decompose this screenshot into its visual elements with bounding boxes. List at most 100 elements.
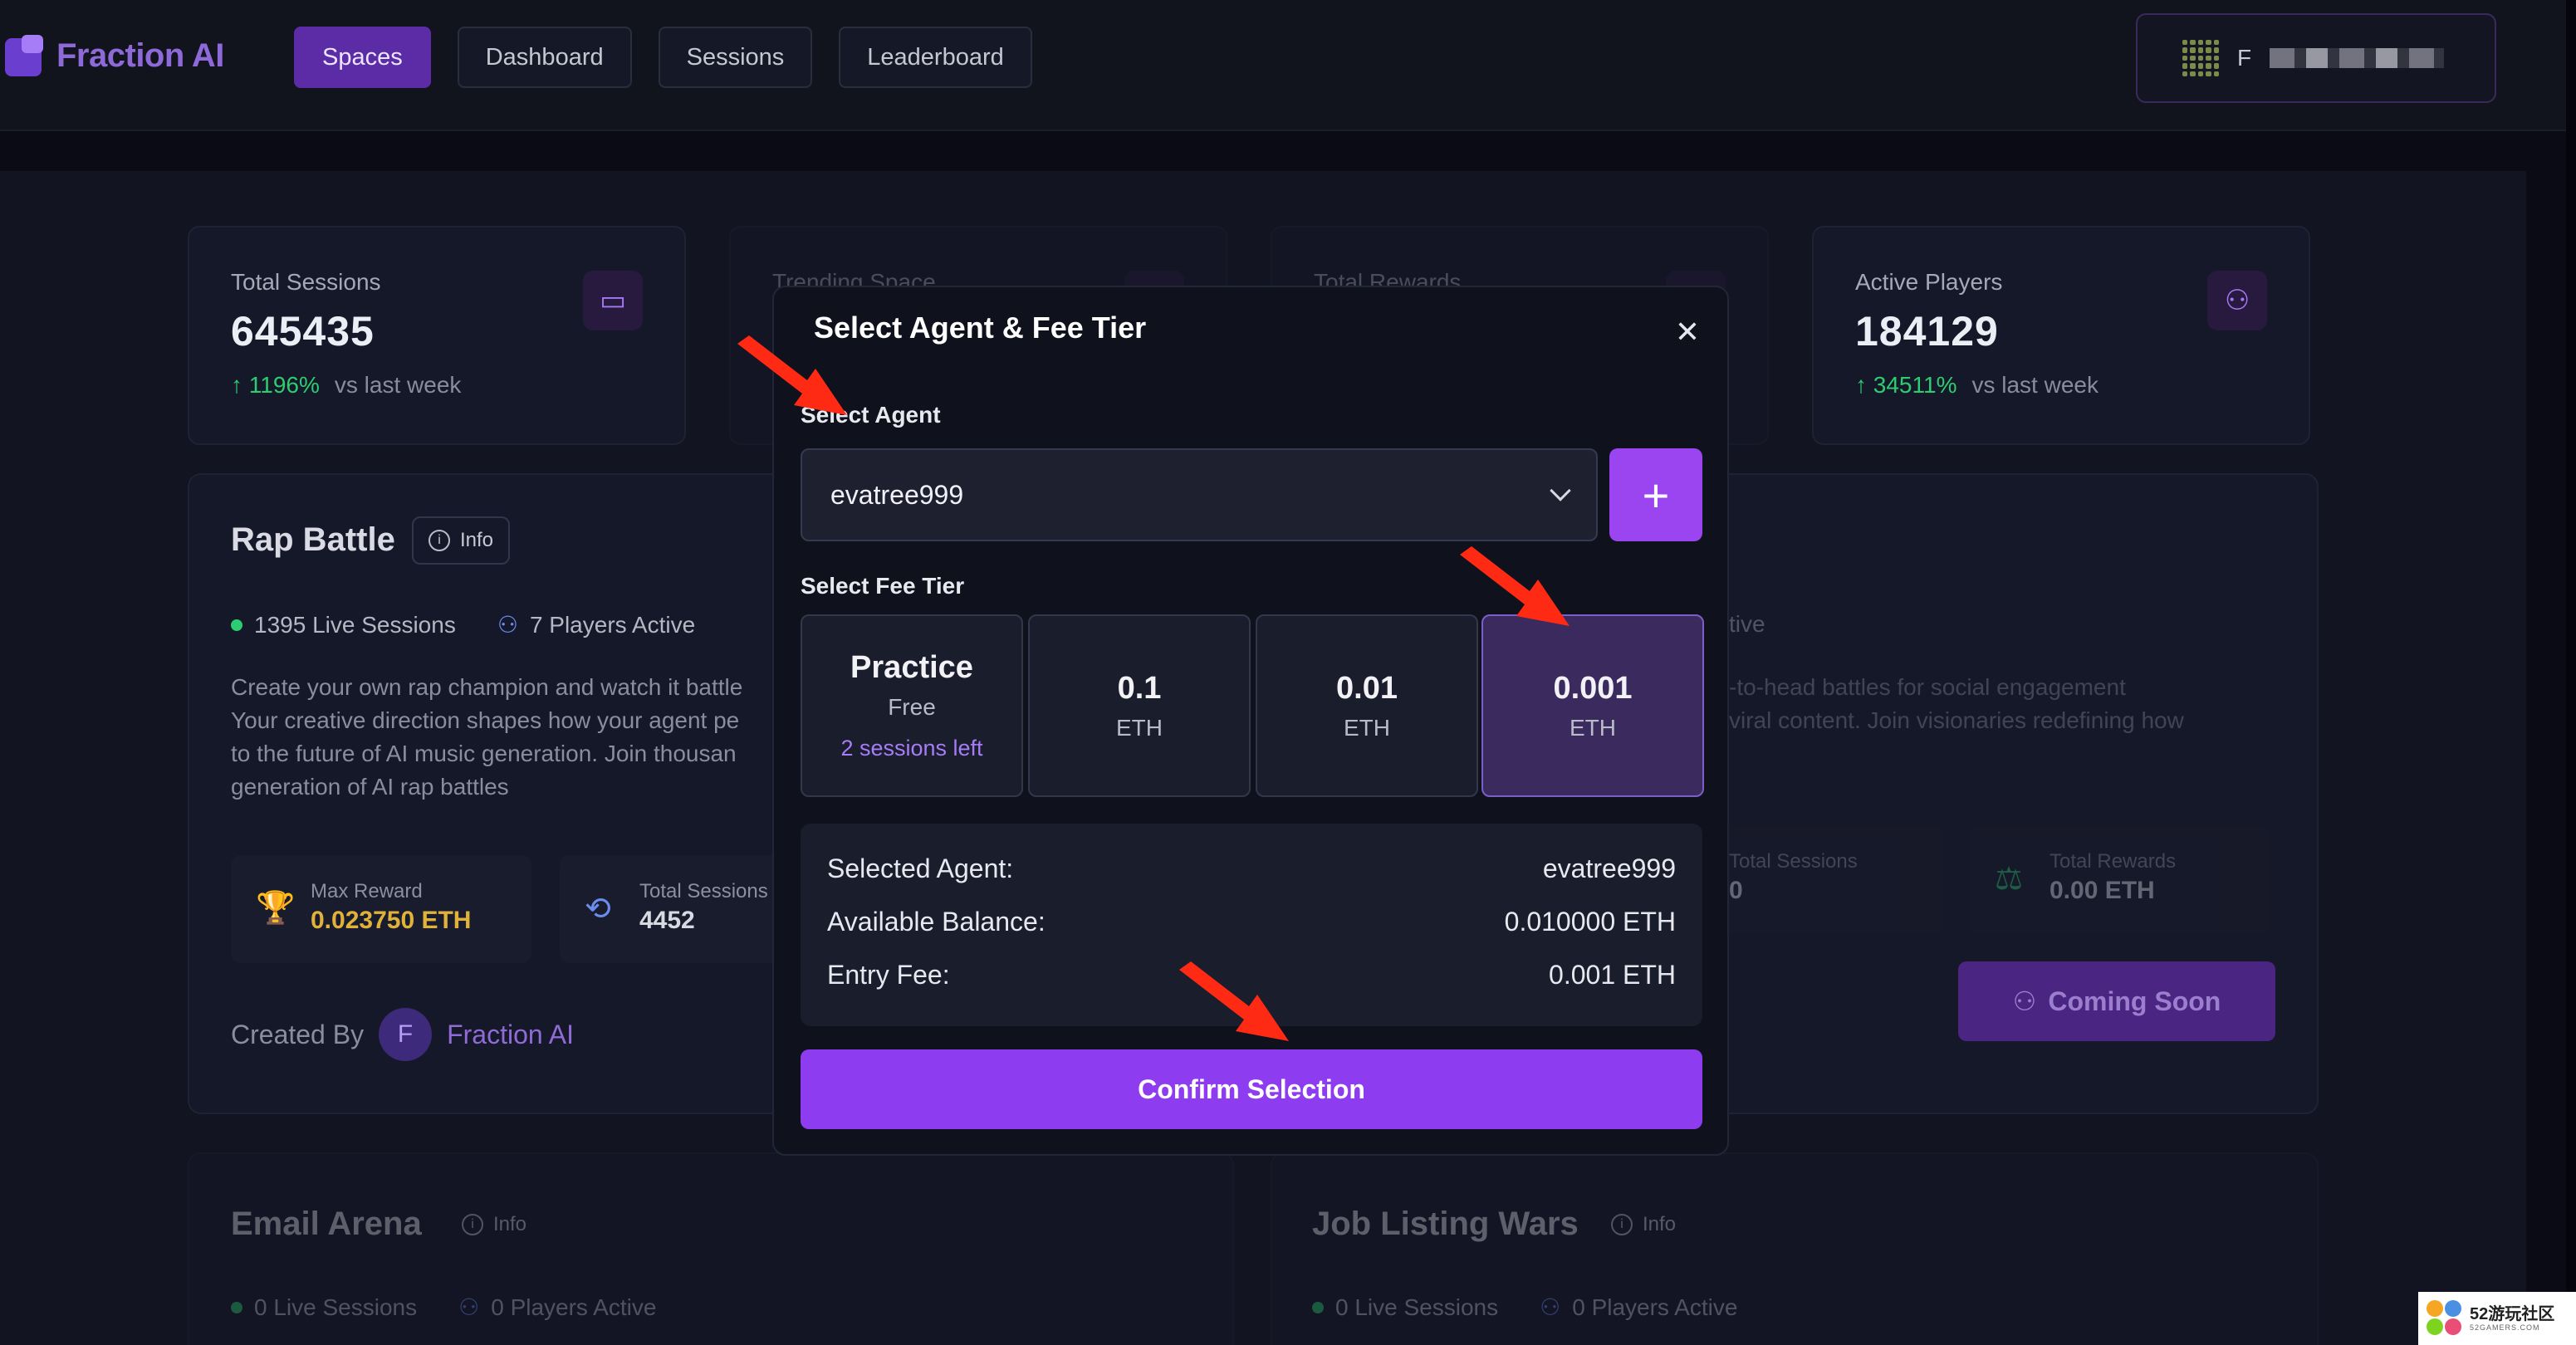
- live-sessions: 0 Live Sessions: [254, 1294, 418, 1320]
- modal-title: Select Agent & Fee Tier: [814, 311, 1147, 345]
- creator-name[interactable]: Fraction AI: [447, 1020, 574, 1050]
- trophy-icon: 🏆: [256, 891, 296, 926]
- plus-icon: +: [1642, 468, 1670, 521]
- live-dot-icon: [231, 1301, 242, 1313]
- desc-line: -to-head battles for social engagement: [1729, 674, 2126, 700]
- info-icon: i: [429, 530, 450, 551]
- info-button[interactable]: i Info: [1596, 1201, 1691, 1249]
- total-sessions-stat: Total Sessions 0: [1704, 825, 1945, 933]
- close-icon[interactable]: ✕: [1671, 315, 1704, 349]
- creator-avatar: F: [379, 1008, 433, 1061]
- stat-delta-suffix: vs last week: [1971, 372, 2099, 398]
- wallet-address-redacted: [2270, 48, 2445, 68]
- watermark-icon: [2427, 1300, 2463, 1337]
- scrollbar-track[interactable]: [2566, 0, 2576, 1345]
- live-stats-row: 0 Live Sessions ⚇ 0 Players Active: [1312, 1294, 1737, 1321]
- coming-soon-button[interactable]: ⚇ Coming Soon: [1958, 961, 2275, 1041]
- info-icon: i: [1611, 1214, 1633, 1235]
- info-button[interactable]: i Info: [412, 516, 511, 565]
- stat-delta-suffix: vs last week: [334, 372, 462, 398]
- tier-sub: Free: [888, 694, 936, 720]
- stat-value: 184129: [1855, 308, 1999, 355]
- stat-delta: ↑ 34511% vs last week: [1855, 372, 2099, 398]
- mini-value: 0: [1729, 877, 1743, 904]
- agent-select-value: evatree999: [830, 479, 964, 510]
- fee-tier-0-01[interactable]: 0.01 ETH: [1256, 614, 1478, 797]
- agent-select[interactable]: evatree999: [801, 448, 1598, 541]
- space-card-job-listing[interactable]: Job Listing Wars i Info 0 Live Sessions …: [1271, 1152, 2319, 1345]
- fee-tier-0-1[interactable]: 0.1 ETH: [1028, 614, 1251, 797]
- nav-spaces[interactable]: Spaces: [294, 27, 431, 88]
- stat-value: 645435: [231, 308, 375, 355]
- annotation-arrow-icon: [737, 335, 847, 415]
- summary-value: 0.001 ETH: [1549, 959, 1676, 990]
- users-icon: ⚇: [2012, 986, 2037, 1016]
- fee-tier-0-001[interactable]: 0.001 ETH: [1481, 614, 1704, 797]
- space-card-email-arena[interactable]: Email Arena i Info 0 Live Sessions ⚇ 0 P…: [188, 1152, 1234, 1345]
- total-sessions-stat: ⟲ Total Sessions 4452: [560, 855, 809, 963]
- confirm-selection-button[interactable]: Confirm Selection: [801, 1049, 1702, 1129]
- summary-row: Available Balance: 0.010000 ETH: [827, 895, 1676, 948]
- live-sessions: 0 Live Sessions: [1335, 1294, 1499, 1320]
- wallet-avatar-icon: [2182, 40, 2219, 76]
- stat-label: Total Sessions: [231, 269, 381, 295]
- users-icon: ⚇: [497, 612, 518, 638]
- gamepad-icon: ▭: [583, 271, 643, 330]
- logo-text: Fraction AI: [56, 37, 224, 74]
- stat-delta: ↑ 1196% vs last week: [231, 372, 462, 398]
- top-navbar: Fraction AI Spaces Dashboard Sessions Le…: [0, 0, 2566, 131]
- players-active: 7 Players Active: [529, 611, 696, 638]
- summary-value: evatree999: [1542, 853, 1676, 883]
- space-description: Create your own rap champion and watch i…: [231, 671, 812, 804]
- created-by: Created By F Fraction AI: [231, 1008, 574, 1061]
- users-icon: ⚇: [458, 1294, 480, 1320]
- players-active: 0 Players Active: [1572, 1294, 1738, 1320]
- fee-tier-practice[interactable]: Practice Free 2 sessions left: [801, 614, 1023, 797]
- info-label: Info: [493, 1213, 527, 1235]
- summary-label: Available Balance:: [827, 906, 1046, 937]
- info-label: Info: [460, 529, 494, 551]
- add-agent-button[interactable]: +: [1609, 448, 1702, 541]
- live-stats-row: 0 Live Sessions ⚇ 0 Players Active: [231, 1294, 656, 1321]
- chevron-down-icon: [1550, 480, 1571, 501]
- stat-total-sessions: Total Sessions 645435 ↑ 1196% vs last wee…: [188, 226, 686, 445]
- tier-main: Practice: [850, 650, 973, 685]
- info-label: Info: [1643, 1213, 1677, 1235]
- tier-main: 0.01: [1336, 670, 1398, 706]
- tier-sub: ETH: [1344, 714, 1390, 741]
- select-fee-label: Select Fee Tier: [801, 573, 965, 599]
- watermark-text: 52游玩社区: [2470, 1305, 2555, 1323]
- nav-dashboard[interactable]: Dashboard: [457, 27, 632, 88]
- coming-soon-label: Coming Soon: [2048, 986, 2221, 1016]
- nav-leaderboard[interactable]: Leaderboard: [839, 27, 1032, 88]
- mini-value: 0.023750 ETH: [311, 907, 472, 934]
- total-rewards-stat: ⚖ Total Rewards 0.00 ETH: [1970, 825, 2270, 933]
- logo[interactable]: Fraction AI: [5, 35, 224, 76]
- space-title: Job Listing Wars: [1312, 1206, 1579, 1242]
- annotation-arrow-icon: [1460, 546, 1570, 626]
- info-button[interactable]: i Info: [447, 1201, 541, 1249]
- wallet-initial: F: [2237, 45, 2252, 71]
- desc-line: to the future of AI music generation. Jo…: [231, 741, 737, 766]
- mini-label: Total Sessions: [1729, 850, 1858, 873]
- space-title: Email Arena: [231, 1206, 422, 1242]
- annotation-arrow-icon: [1179, 961, 1289, 1041]
- users-icon: ⚇: [1540, 1294, 1561, 1320]
- watermark-sub: 52GAMERS.COM: [2470, 1323, 2540, 1332]
- summary-label: Selected Agent:: [827, 853, 1014, 883]
- mini-label: Max Reward: [311, 880, 423, 902]
- desc-line: generation of AI rap battles: [231, 774, 509, 800]
- players-active: 0 Players Active: [491, 1294, 657, 1320]
- wallet-button[interactable]: F: [2136, 13, 2496, 103]
- stat-delta-value: 34511%: [1873, 372, 1957, 398]
- stat-label: Active Players: [1855, 269, 2003, 295]
- tier-main: 0.1: [1117, 670, 1162, 706]
- live-dot-icon: [231, 619, 242, 631]
- nav-sessions[interactable]: Sessions: [658, 27, 813, 88]
- tier-sub: ETH: [1116, 714, 1163, 741]
- space-description: -to-head battles for social engagement v…: [1729, 671, 2294, 737]
- live-dot-icon: [1312, 1301, 1324, 1313]
- history-icon: ⟲: [585, 892, 611, 927]
- main-nav: Spaces Dashboard Sessions Leaderboard: [294, 27, 1032, 88]
- summary-label: Entry Fee:: [827, 959, 950, 990]
